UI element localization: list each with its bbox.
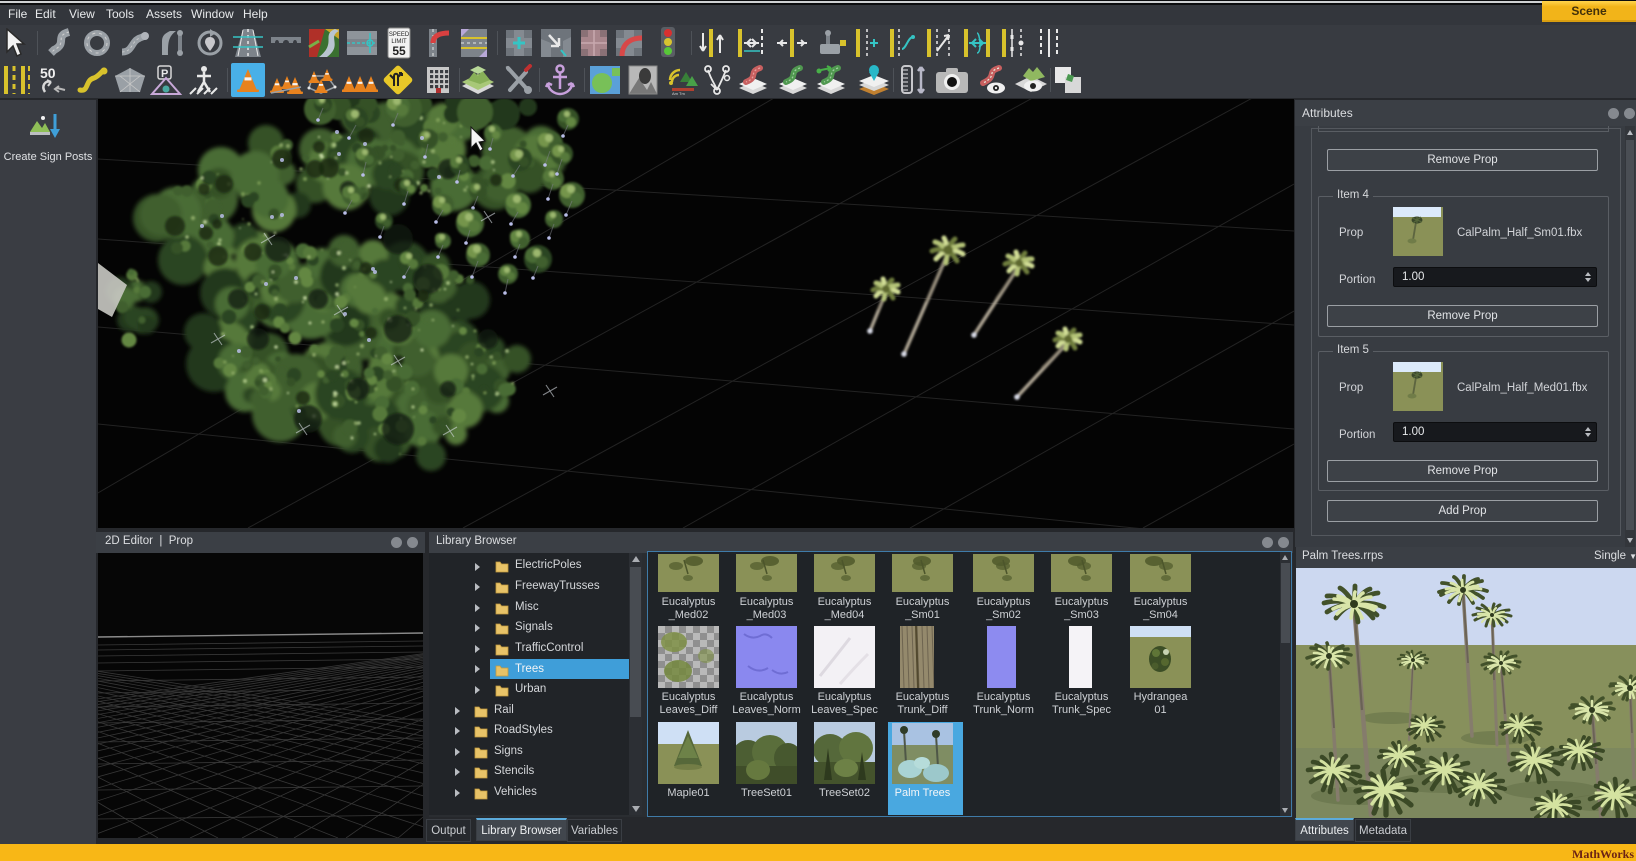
svg-text:SPEED: SPEED — [389, 32, 410, 38]
svg-text:55: 55 — [392, 44, 406, 58]
svg-text:Am Tm: Am Tm — [672, 91, 685, 96]
svg-text:50: 50 — [40, 65, 56, 81]
